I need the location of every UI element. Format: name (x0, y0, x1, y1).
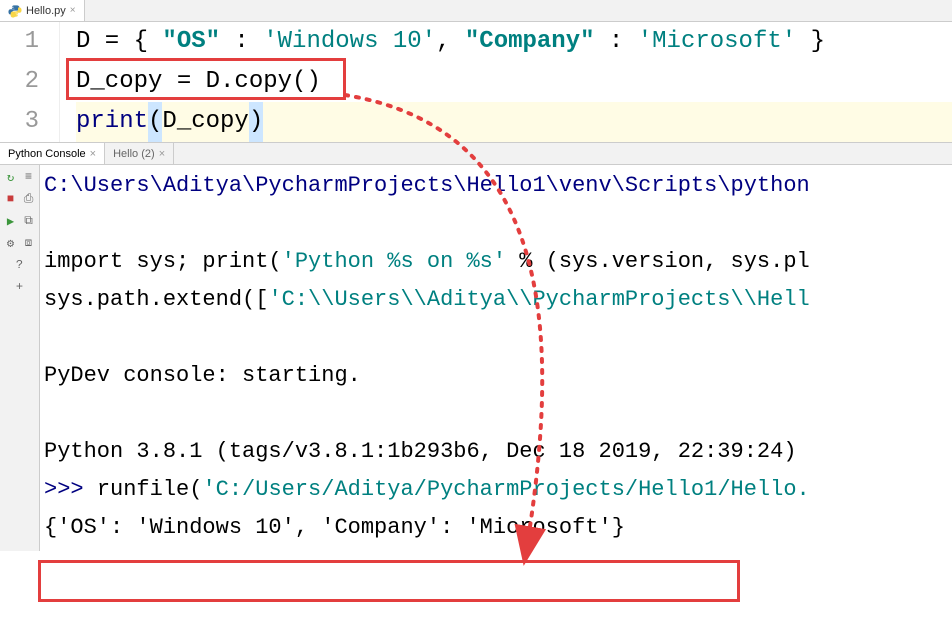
console-line: C:\Users\Aditya\PycharmProjects\Hello1\v… (44, 167, 948, 205)
console-tab-label: Python Console (8, 148, 86, 160)
token: } (796, 22, 825, 62)
line-number: 1 (0, 22, 39, 62)
console-line: sys.path.extend(['C:\\Users\\Aditya\\Pyc… (44, 281, 948, 319)
console-token: PyDev console: starting. (44, 363, 361, 388)
link-icon[interactable]: ⧈ (21, 235, 37, 251)
console-line (44, 205, 948, 243)
console-line: {'OS': 'Windows 10', 'Company': 'Microso… (44, 509, 948, 547)
close-icon[interactable]: × (159, 148, 165, 160)
print-icon[interactable]: ⎙ (21, 191, 37, 207)
rerun-icon[interactable]: ↻ (3, 169, 19, 185)
token: , (436, 22, 465, 62)
toggle-icon[interactable]: ≡ (21, 169, 37, 185)
console-line: import sys; print('Python %s on %s' % (s… (44, 243, 948, 281)
console-token: import sys; print( (44, 249, 282, 274)
annotation-box-result (38, 560, 740, 602)
code-area[interactable]: D = { "OS" : 'Windows 10', "Company" : '… (60, 22, 952, 142)
token: D_copy = D.copy() (76, 62, 321, 102)
console-panel: Python Console ×Hello (2) × ↻ ≡ ■ ⎙ ▶ ⧉ … (0, 143, 952, 551)
line-number: 2 (0, 62, 39, 102)
console-token: 'Python %s on %s' (282, 249, 506, 274)
wrap-icon[interactable]: ⧉ (21, 213, 37, 229)
console-body: ↻ ≡ ■ ⎙ ▶ ⧉ ⚙ ⧈ ? + C:\Users\Aditya\Pych… (0, 165, 952, 551)
code-editor: Hello.py × 123 D = { "OS" : 'Windows 10'… (0, 0, 952, 143)
token: : (595, 22, 638, 62)
console-line (44, 395, 948, 433)
token: ) (249, 102, 263, 142)
settings-icon[interactable]: ⚙ (3, 235, 19, 251)
console-token: {'OS': 'Windows 10', 'Company': 'Microso… (44, 515, 625, 540)
python-file-icon (8, 4, 22, 18)
token: print (76, 102, 148, 142)
code-line[interactable]: D = { "OS" : 'Windows 10', "Company" : '… (76, 22, 952, 62)
editor-body: 123 D = { "OS" : 'Windows 10', "Company"… (0, 22, 952, 142)
console-tab-label: Hello (2) (113, 148, 155, 160)
console-token: runfile( (97, 477, 203, 502)
console-tab[interactable]: Python Console × (0, 143, 105, 164)
console-token: >>> (44, 477, 97, 502)
console-toolbar: ↻ ≡ ■ ⎙ ▶ ⧉ ⚙ ⧈ ? + (0, 165, 40, 551)
token: "OS" (162, 22, 220, 62)
console-token: 'C:/Users/Aditya/PycharmProjects/Hello1/… (202, 477, 809, 502)
line-number-gutter: 123 (0, 22, 60, 142)
close-icon[interactable]: × (90, 148, 96, 160)
console-line: PyDev console: starting. (44, 357, 948, 395)
console-line: >>> runfile('C:/Users/Aditya/PycharmProj… (44, 471, 948, 509)
code-line[interactable]: D_copy = D.copy() (76, 62, 952, 102)
close-icon[interactable]: × (70, 5, 76, 16)
help-icon[interactable]: ? (12, 257, 28, 273)
console-token: Python 3.8.1 (tags/v3.8.1:1b293b6, Dec 1… (44, 439, 797, 464)
run-icon[interactable]: ▶ (3, 213, 19, 229)
console-output[interactable]: C:\Users\Aditya\PycharmProjects\Hello1\v… (40, 165, 952, 551)
console-line (44, 319, 948, 357)
token: : (220, 22, 263, 62)
token: D_copy (162, 102, 248, 142)
stop-icon[interactable]: ■ (3, 191, 19, 207)
console-token: % (sys.version, sys.pl (506, 249, 810, 274)
token: ( (148, 102, 162, 142)
editor-tab-label: Hello.py (26, 5, 66, 17)
code-line[interactable]: print(D_copy) (76, 102, 952, 142)
console-token: sys.path.extend([ (44, 287, 268, 312)
line-number: 3 (0, 102, 39, 142)
console-tabbar: Python Console ×Hello (2) × (0, 143, 952, 165)
token: D = { (76, 22, 162, 62)
token: 'Microsoft' (638, 22, 796, 62)
token: 'Windows 10' (263, 22, 436, 62)
add-icon[interactable]: + (12, 279, 28, 295)
editor-tabbar: Hello.py × (0, 0, 952, 22)
token: "Company" (465, 22, 595, 62)
console-token: C:\Users\Aditya\PycharmProjects\Hello1\v… (44, 173, 810, 198)
console-tab[interactable]: Hello (2) × (105, 143, 174, 164)
console-token: 'C:\\Users\\Aditya\\PycharmProjects\\Hel… (268, 287, 809, 312)
console-line: Python 3.8.1 (tags/v3.8.1:1b293b6, Dec 1… (44, 433, 948, 471)
editor-tab-hello[interactable]: Hello.py × (0, 0, 85, 21)
